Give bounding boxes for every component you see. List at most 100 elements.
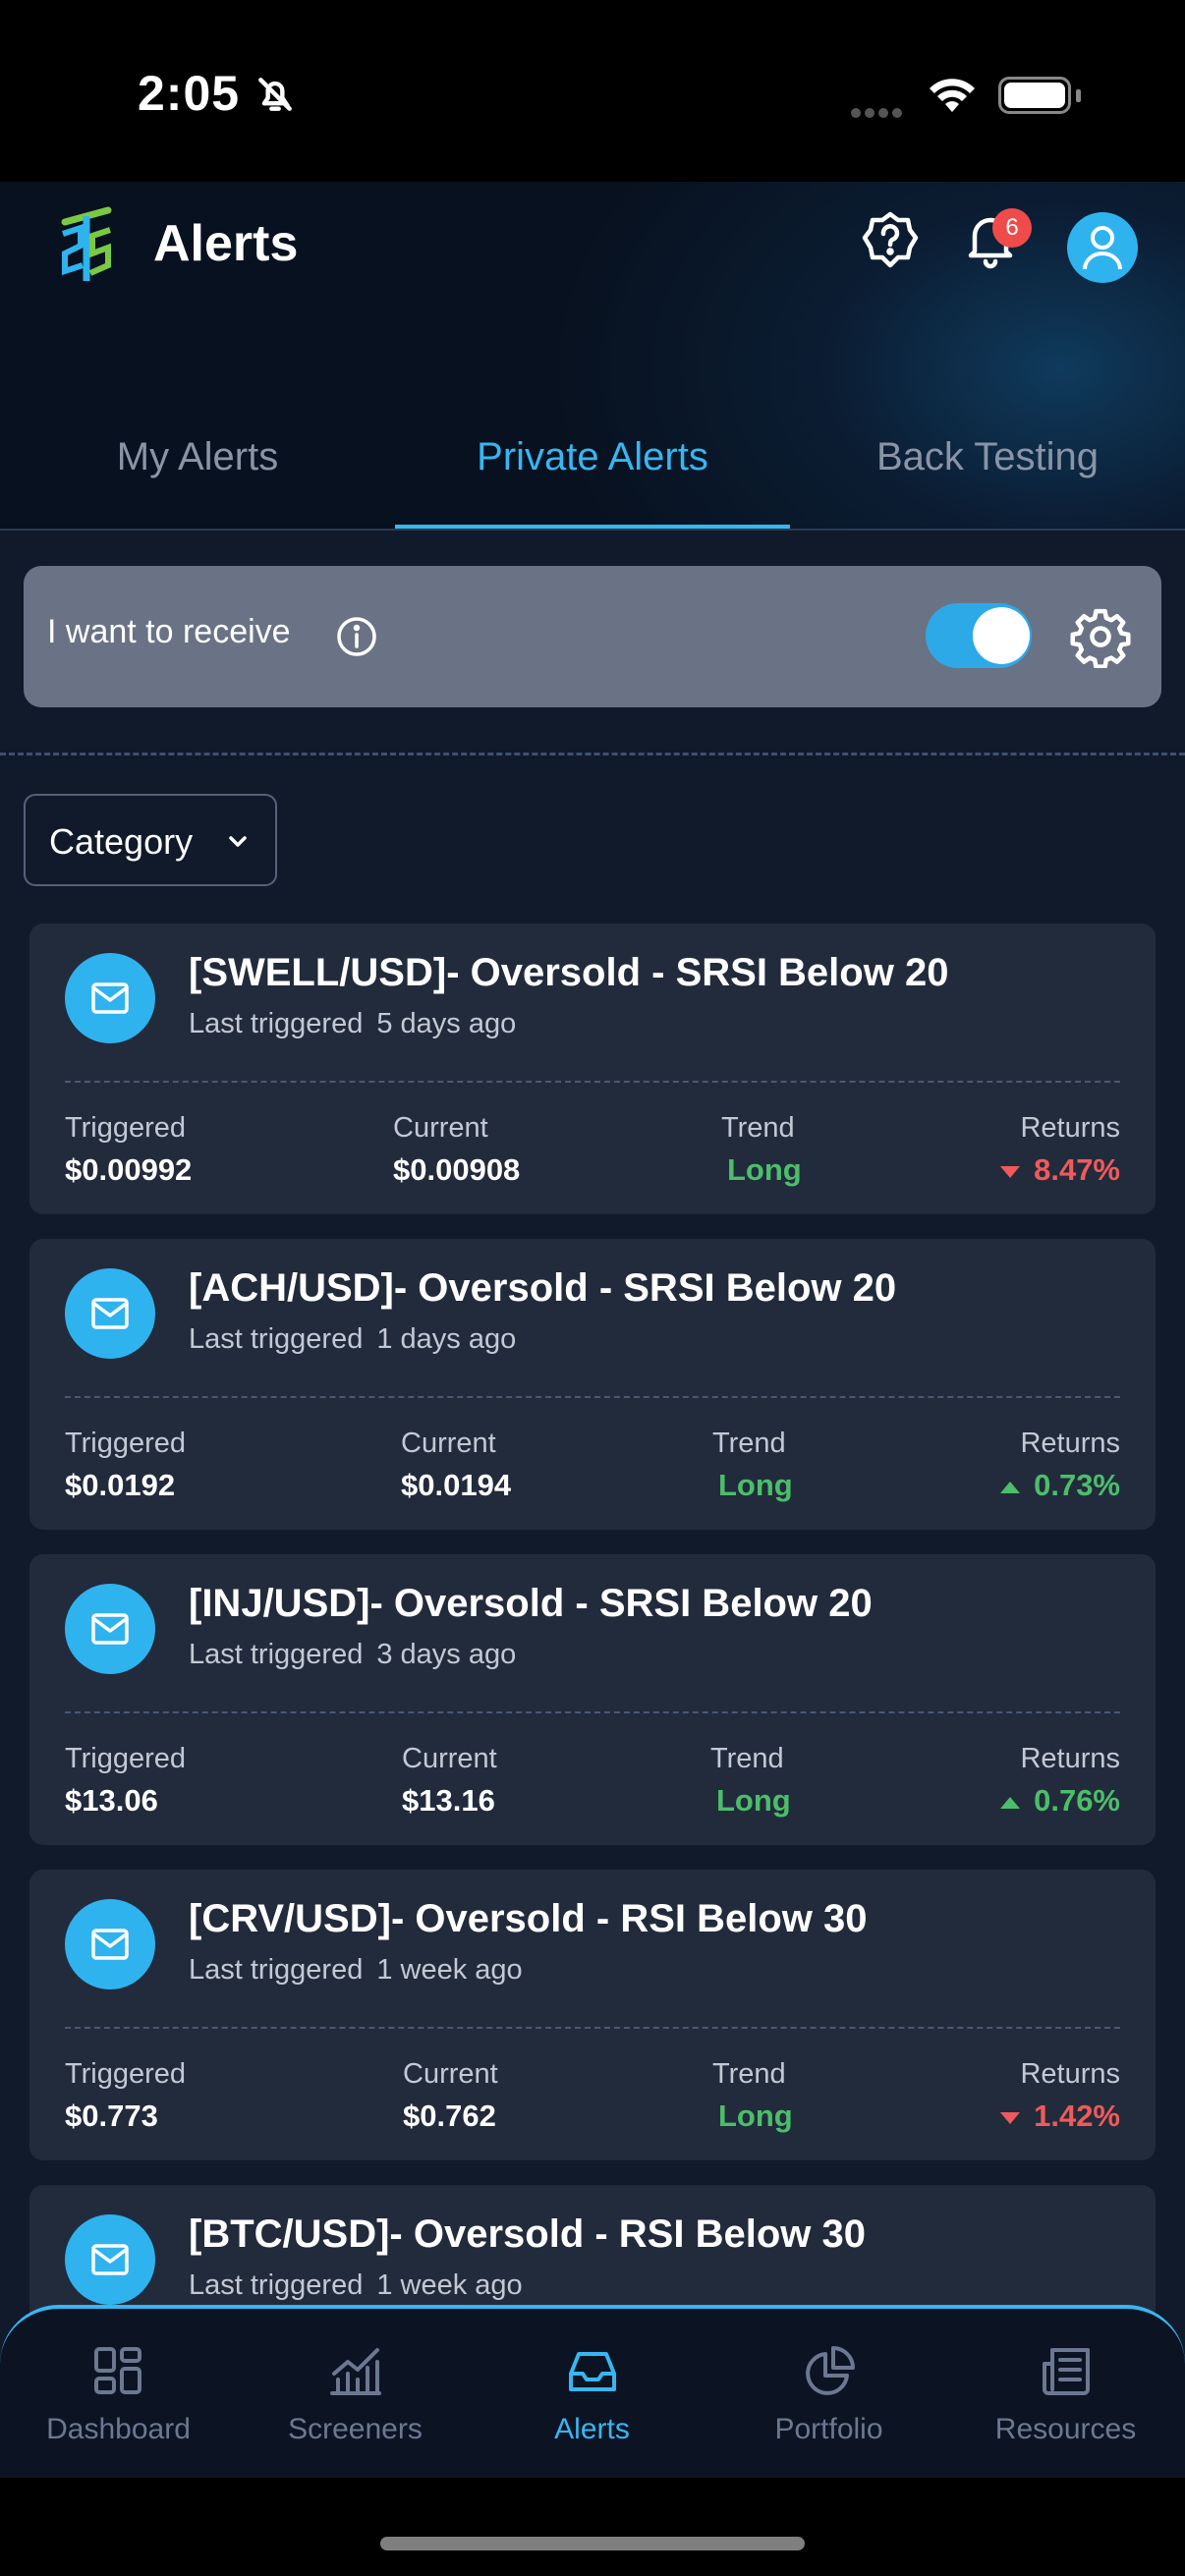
- returns-metric: Returns 8.47%: [998, 1112, 1120, 1188]
- triggered-label: Triggered: [65, 1112, 187, 1144]
- current-label: Current: [403, 2058, 498, 2090]
- bottom-nav: Dashboard Screeners Alerts Portfolio Res…: [0, 2305, 1185, 2478]
- current-label: Current: [393, 1112, 488, 1144]
- card-divider: [65, 1081, 1120, 1083]
- alert-last-triggered: Last triggered 1 days ago: [189, 1323, 516, 1356]
- receive-toggle[interactable]: [926, 603, 1032, 668]
- triggered-value: $13.06: [65, 1783, 158, 1818]
- returns-value: 0.73%: [1034, 1468, 1120, 1502]
- info-icon[interactable]: [336, 616, 377, 657]
- triggered-metric: Triggered $0.773: [65, 2058, 186, 2134]
- card-divider: [65, 1396, 1120, 1398]
- alert-last-triggered: Last triggered 5 days ago: [189, 1008, 516, 1040]
- home-indicator[interactable]: [380, 2537, 805, 2550]
- returns-label: Returns: [1020, 1112, 1120, 1144]
- trend-value: Long: [716, 1783, 791, 1818]
- nav-label: Dashboard: [46, 2413, 191, 2445]
- alert-title: [ACH/USD]- Oversold - SRSI Below 20: [189, 1266, 897, 1310]
- gear-icon[interactable]: [1069, 605, 1132, 668]
- mail-icon: [65, 953, 155, 1043]
- receive-settings-bar: I want to receive: [24, 566, 1161, 707]
- triggered-value: $0.00992: [65, 1152, 193, 1187]
- current-label: Current: [401, 1428, 496, 1459]
- alert-card[interactable]: [CRV/USD]- Oversold - RSI Below 30 Last …: [29, 1870, 1156, 2160]
- last-triggered-label: Last triggered: [189, 1323, 364, 1355]
- newspaper-icon: [1042, 2348, 1090, 2395]
- last-triggered-label: Last triggered: [189, 2269, 364, 2301]
- returns-value: 1.42%: [1034, 2099, 1120, 2133]
- triggered-label: Triggered: [65, 1743, 187, 1774]
- nav-label: Alerts: [554, 2413, 630, 2445]
- alert-card[interactable]: [INJ/USD]- Oversold - SRSI Below 20 Last…: [29, 1554, 1156, 1845]
- alert-card[interactable]: [ACH/USD]- Oversold - SRSI Below 20 Last…: [29, 1239, 1156, 1530]
- alert-last-triggered: Last triggered 1 week ago: [189, 1954, 523, 1987]
- alert-tabs: My Alerts Private Alerts Back Testing: [0, 422, 1185, 531]
- current-value: $0.0194: [401, 1468, 512, 1502]
- alert-title: [CRV/USD]- Oversold - RSI Below 30: [189, 1897, 868, 1940]
- alert-title: [INJ/USD]- Oversold - SRSI Below 20: [189, 1582, 873, 1625]
- page-title: Alerts: [153, 215, 299, 272]
- trend-metric: Trend Long: [712, 1428, 793, 1503]
- toggle-knob: [973, 607, 1030, 664]
- trend-value: Long: [718, 1468, 793, 1502]
- current-metric: Current $13.16: [402, 1743, 497, 1819]
- current-label: Current: [402, 1743, 497, 1774]
- tab-back-testing[interactable]: Back Testing: [790, 422, 1185, 527]
- help-icon[interactable]: [859, 208, 922, 271]
- category-label: Category: [49, 821, 194, 862]
- signal-icon: [851, 105, 902, 123]
- tab-my-alerts[interactable]: My Alerts: [0, 422, 395, 527]
- alert-last-triggered: Last triggered 1 week ago: [189, 2269, 523, 2302]
- returns-metric: Returns 0.76%: [998, 1743, 1120, 1819]
- trend-metric: Trend Long: [721, 1112, 802, 1188]
- last-triggered-label: Last triggered: [189, 1008, 364, 1039]
- triggered-metric: Triggered $13.06: [65, 1743, 186, 1819]
- trend-label: Trend: [721, 1112, 795, 1144]
- nav-portfolio[interactable]: Portfolio: [710, 2344, 947, 2446]
- tab-private-alerts[interactable]: Private Alerts: [395, 422, 790, 527]
- avatar[interactable]: [1067, 212, 1138, 283]
- mail-icon: [65, 2214, 155, 2305]
- current-metric: Current $0.0194: [401, 1428, 511, 1503]
- down-arrow-icon: [1000, 1165, 1021, 1178]
- tab-divider: [0, 529, 1185, 531]
- nav-label: Portfolio: [774, 2413, 883, 2445]
- card-divider: [65, 1711, 1120, 1713]
- up-arrow-icon: [1000, 1481, 1021, 1493]
- nav-alerts[interactable]: Alerts: [474, 2344, 710, 2446]
- home-indicator-area: [0, 2478, 1185, 2576]
- alert-card[interactable]: [SWELL/USD]- Oversold - SRSI Below 20 La…: [29, 924, 1156, 1214]
- last-triggered-ago: 3 days ago: [376, 1639, 517, 1670]
- bell-mute-icon: [258, 78, 292, 111]
- trend-label: Trend: [712, 2058, 786, 2090]
- last-triggered-ago: 1 week ago: [376, 1954, 523, 1986]
- last-triggered-ago: 1 week ago: [376, 2269, 523, 2301]
- triggered-metric: Triggered $0.0192: [65, 1428, 186, 1503]
- nav-dashboard[interactable]: Dashboard: [0, 2344, 237, 2446]
- pie-chart-icon: [805, 2346, 855, 2395]
- mail-icon: [65, 1899, 155, 1989]
- wifi-icon: [930, 79, 975, 112]
- trend-value: Long: [718, 2099, 793, 2133]
- nav-screeners[interactable]: Screeners: [237, 2344, 474, 2446]
- mail-icon: [65, 1268, 155, 1359]
- category-dropdown[interactable]: Category: [24, 794, 277, 886]
- returns-metric: Returns 0.73%: [998, 1428, 1120, 1503]
- returns-label: Returns: [1020, 2058, 1120, 2090]
- mail-icon: [65, 1584, 155, 1674]
- nav-resources[interactable]: Resources: [947, 2344, 1184, 2446]
- alert-title: [SWELL/USD]- Oversold - SRSI Below 20: [189, 951, 949, 994]
- receive-label: I want to receive: [47, 613, 291, 650]
- status-bar: 2:05: [0, 0, 1185, 182]
- triggered-value: $0.0192: [65, 1468, 176, 1502]
- chevron-down-icon: [229, 836, 247, 847]
- nav-label: Screeners: [288, 2413, 423, 2445]
- returns-label: Returns: [1020, 1743, 1120, 1774]
- triggered-value: $0.773: [65, 2099, 158, 2133]
- triggered-metric: Triggered $0.00992: [65, 1112, 192, 1188]
- trend-value: Long: [727, 1152, 802, 1187]
- triggered-label: Triggered: [65, 1428, 187, 1459]
- trend-metric: Trend Long: [710, 1743, 791, 1819]
- notification-badge: 6: [992, 208, 1032, 248]
- battery-icon: [998, 77, 1081, 114]
